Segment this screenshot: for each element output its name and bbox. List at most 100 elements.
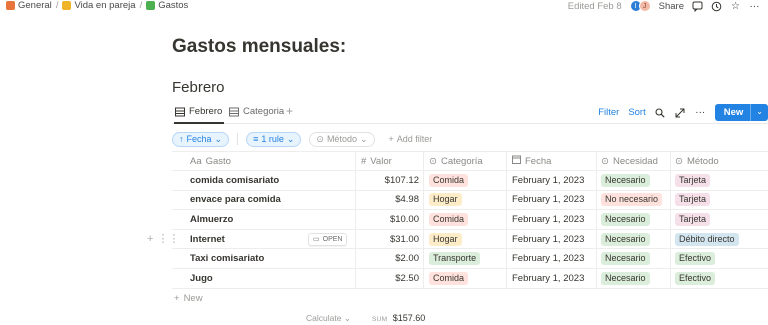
add-view-button[interactable]: + <box>286 104 293 118</box>
category-tag: Comida <box>429 271 469 285</box>
cell-fecha[interactable]: February 1, 2023 <box>506 249 596 268</box>
category-tag: Comida <box>429 212 469 226</box>
sort-fecha-chip[interactable]: ↑ Fecha ⌄ <box>172 131 230 147</box>
category-tag: Transporte <box>429 252 481 266</box>
cell-necesidad[interactable]: Necesario <box>596 249 670 268</box>
cell-fecha[interactable]: February 1, 2023 <box>506 268 596 288</box>
cell-gasto[interactable]: Almuerzo <box>172 210 355 229</box>
text-property-icon: Aa <box>190 155 202 167</box>
cell-fecha[interactable]: February 1, 2023 <box>506 171 596 190</box>
cell-metodo[interactable]: Tarjeta <box>670 190 768 210</box>
cell-necesidad[interactable]: Necesario <box>596 268 670 288</box>
cell-necesidad[interactable]: No necesario <box>596 190 670 210</box>
collaborators[interactable]: I J <box>629 0 651 12</box>
table-row[interactable]: envace para comida $4.98 Hogar February … <box>172 190 768 211</box>
table-row[interactable]: comida comisariato $107.12 Comida Februa… <box>172 171 768 191</box>
cell-gasto[interactable]: envace para comida <box>172 191 355 210</box>
sum-summary[interactable]: SUM $157.60 <box>372 313 425 323</box>
cell-necesidad[interactable]: Necesario <box>596 229 670 249</box>
cell-fecha[interactable]: February 1, 2023 <box>506 229 596 249</box>
filter-rule-chip[interactable]: ≡ 1 rule ⌄ <box>246 131 302 147</box>
cell-categoria[interactable]: Hogar <box>423 190 506 210</box>
avatar[interactable]: J <box>638 0 651 12</box>
cell-metodo[interactable]: Débito directo <box>670 229 768 249</box>
category-tag: Hogar <box>429 193 462 207</box>
column-header-valor[interactable]: # Valor <box>355 152 423 170</box>
divider <box>237 133 239 145</box>
expand-icon[interactable] <box>675 107 686 118</box>
table-row[interactable]: Jugo $2.50 Comida February 1, 2023 Neces… <box>172 268 768 289</box>
home-icon <box>6 1 15 10</box>
number-property-icon: # <box>361 155 367 167</box>
more-options-icon[interactable]: ··· <box>695 107 706 118</box>
share-button[interactable]: Share <box>659 1 684 12</box>
filter-button[interactable]: Filter <box>598 107 619 118</box>
column-header-fecha[interactable]: Fecha <box>506 152 596 170</box>
chevron-down-icon: ⌄ <box>214 133 223 144</box>
cell-metodo[interactable]: Efectivo <box>670 249 768 268</box>
more-options-icon[interactable]: ··· <box>749 1 760 12</box>
comments-icon[interactable] <box>692 1 703 12</box>
cell-fecha[interactable]: February 1, 2023 <box>506 210 596 229</box>
new-row-button[interactable]: + New <box>174 293 203 304</box>
cell-valor[interactable]: $2.50 <box>355 268 423 288</box>
necesidad-tag: Necesario <box>601 212 650 226</box>
column-header-categoria[interactable]: ⊙ Categoría <box>423 152 506 170</box>
cell-metodo[interactable]: Tarjeta <box>670 210 768 229</box>
breadcrumb-general[interactable]: General <box>6 0 52 11</box>
cell-gasto[interactable]: Jugo <box>172 269 355 288</box>
table-header: Aa Gasto # Valor ⊙ Categoría Fecha ⊙ Nec… <box>172 151 768 171</box>
table-row[interactable]: Taxi comisariato $2.00 Transporte Februa… <box>172 249 768 269</box>
cell-categoria[interactable]: Comida <box>423 268 506 288</box>
necesidad-tag: Necesario <box>601 252 650 266</box>
cell-categoria[interactable]: Transporte <box>423 249 506 268</box>
tab-categoria[interactable]: Categoria <box>229 106 284 117</box>
cell-metodo[interactable]: Efectivo <box>670 268 768 288</box>
cell-valor[interactable]: $10.00 <box>355 210 423 229</box>
tab-febrero[interactable]: Febrero <box>175 106 222 117</box>
history-icon[interactable] <box>711 1 722 12</box>
couple-icon <box>62 1 72 10</box>
metodo-tag: Tarjeta <box>675 212 711 226</box>
section-title: Febrero <box>172 79 225 96</box>
cell-gasto[interactable]: Taxi comisariato <box>172 249 355 268</box>
calculate-dropdown[interactable]: Calculate ⌄ <box>306 313 351 324</box>
cell-valor[interactable]: $107.12 <box>355 171 423 190</box>
column-header-gasto[interactable]: Aa Gasto <box>172 152 355 170</box>
category-tag: Hogar <box>429 232 462 246</box>
cell-necesidad[interactable]: Necesario <box>596 171 670 190</box>
cell-valor[interactable]: $4.98 <box>355 190 423 210</box>
cell-necesidad[interactable]: Necesario <box>596 210 670 229</box>
chevron-down-icon: ⌄ <box>343 313 351 323</box>
cell-gasto[interactable]: comida comisariato <box>172 171 355 190</box>
cell-fecha[interactable]: February 1, 2023 <box>506 190 596 210</box>
page-title: Gastos mensuales: <box>172 36 347 57</box>
calendar-icon <box>512 155 521 167</box>
cell-categoria[interactable]: Comida <box>423 210 506 229</box>
table-row[interactable]: + ⋮⋮ ▭ OPEN Internet $31.00 Hogar Februa… <box>147 229 768 250</box>
sort-button[interactable]: Sort <box>628 107 645 118</box>
column-header-necesidad[interactable]: ⊙ Necesidad <box>596 152 670 170</box>
metodo-filter-chip[interactable]: ⊙ Método ⌄ <box>309 131 375 147</box>
cell-valor[interactable]: $2.00 <box>355 249 423 268</box>
favorite-star-icon[interactable]: ☆ <box>730 1 741 12</box>
table-row[interactable]: Almuerzo $10.00 Comida February 1, 2023 … <box>172 210 768 230</box>
plus-icon[interactable]: + <box>147 233 153 245</box>
metodo-tag: Efectivo <box>675 252 716 266</box>
chevron-down-icon: ⌄ <box>286 133 295 144</box>
money-icon <box>146 1 156 10</box>
cell-metodo[interactable]: Tarjeta <box>670 171 768 190</box>
new-button[interactable]: New ⌄ <box>714 104 768 121</box>
cell-valor[interactable]: $31.00 <box>355 229 423 249</box>
cell-gasto[interactable]: Internet <box>172 230 355 249</box>
chevron-down-icon[interactable]: ⌄ <box>750 104 768 121</box>
search-icon[interactable] <box>655 107 666 118</box>
metodo-tag: Tarjeta <box>675 173 711 187</box>
cell-categoria[interactable]: Hogar <box>423 229 506 249</box>
add-filter-button[interactable]: + Add filter <box>383 132 439 147</box>
view-bar: Febrero Categoria + Filter Sort ··· New … <box>172 104 768 124</box>
breadcrumb-vida-en-pareja[interactable]: Vida en pareja <box>62 0 136 11</box>
cell-categoria[interactable]: Comida <box>423 171 506 190</box>
breadcrumb-gastos[interactable]: Gastos <box>146 0 188 11</box>
column-header-metodo[interactable]: ⊙ Método <box>670 152 768 170</box>
